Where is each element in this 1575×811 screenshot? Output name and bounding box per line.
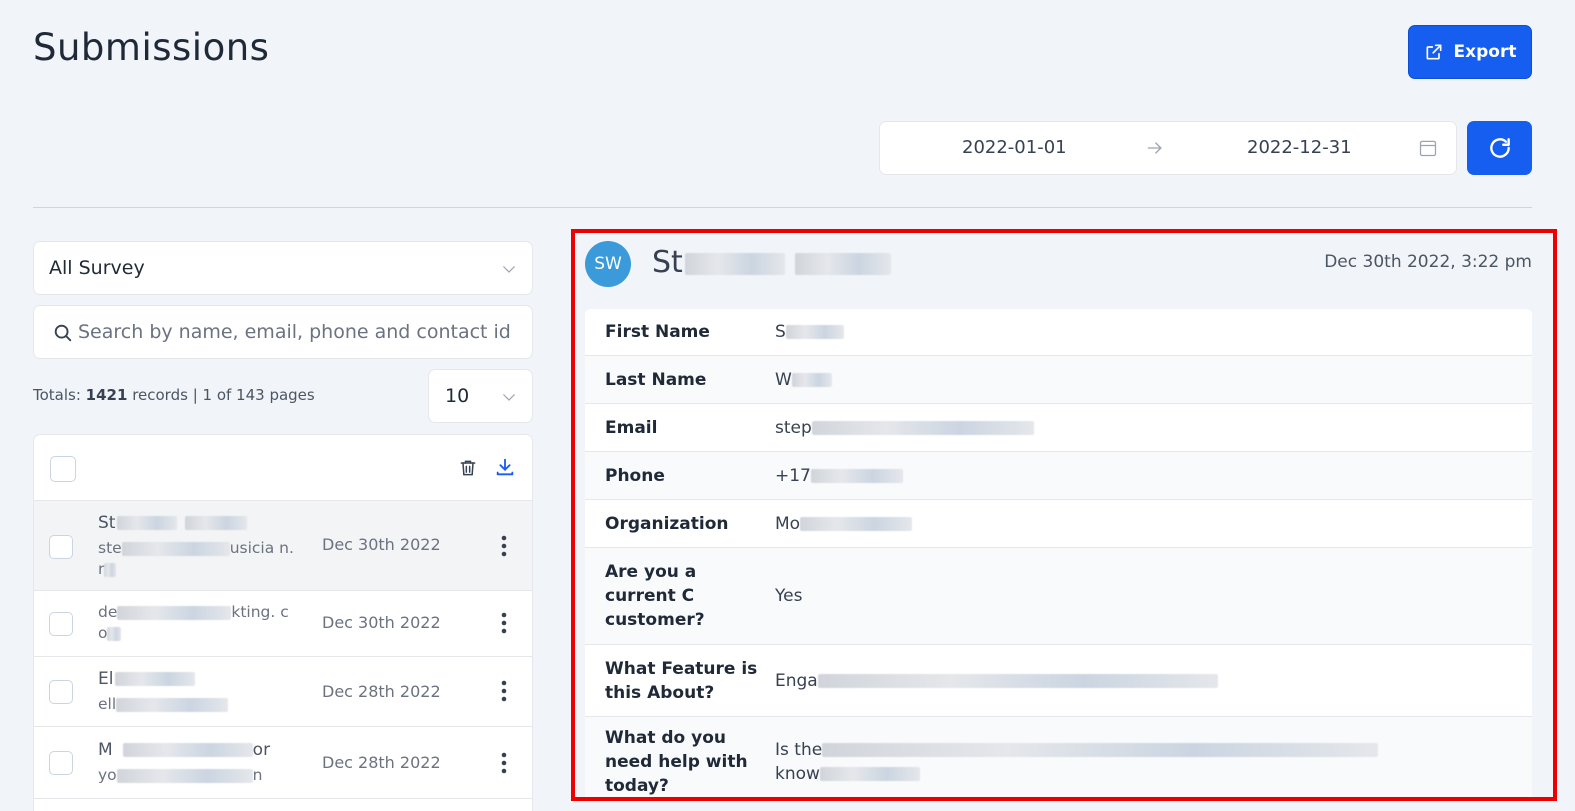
page-title: Submissions — [33, 26, 270, 69]
field-value: step — [775, 404, 1532, 451]
page-size-select[interactable]: 10 — [428, 369, 533, 423]
calendar-icon — [1419, 140, 1437, 157]
download-icon[interactable] — [494, 456, 516, 478]
totals-summary: Totals: 1421 records | 1 of 143 pages — [33, 386, 315, 404]
field-value: Enga — [775, 645, 1532, 716]
avatar: SW — [585, 241, 631, 287]
field-value: Yes — [775, 586, 803, 606]
submission-date: Dec 30th 2022 — [322, 613, 441, 632]
submission-date: Dec 28th 2022 — [322, 682, 441, 701]
submitter-name: Mor — [98, 740, 271, 760]
submitter-name: El — [98, 669, 196, 689]
field-row: Phone +17 — [585, 452, 1532, 500]
search-icon — [54, 324, 72, 342]
start-date[interactable]: 2022-01-01 — [962, 137, 1067, 158]
submissions-list: St ste usicia n.r Dec 30th 2022 de kting. … — [33, 434, 533, 811]
list-item[interactable]: St ste usicia n.r Dec 30th 2022 — [34, 501, 532, 591]
trash-icon[interactable] — [458, 457, 478, 479]
field-row: First Name S — [585, 309, 1532, 356]
page-size-value: 10 — [445, 385, 470, 407]
export-button[interactable]: Export — [1408, 25, 1532, 79]
end-date[interactable]: 2022-12-31 — [1247, 137, 1352, 158]
field-value: Is the know — [775, 717, 1532, 797]
arrow-right-icon — [1147, 142, 1162, 154]
more-vertical-icon[interactable] — [500, 534, 508, 558]
submitter-name: St — [98, 513, 248, 533]
field-label: Phone — [605, 465, 665, 486]
field-value: Mo — [775, 500, 1532, 547]
submission-detail: SW St Dec 30th 2022, 3:22 pm First Name … — [575, 233, 1553, 797]
export-icon — [1426, 44, 1442, 60]
list-header — [34, 435, 532, 501]
field-label: Organization — [605, 513, 729, 534]
row-checkbox[interactable] — [49, 751, 73, 775]
submitter-email: yo n — [98, 766, 263, 784]
field-label: Email — [605, 417, 658, 438]
field-row: Are you a current C customer? Yes — [585, 548, 1532, 645]
submitter-email: ste usicia n.r — [98, 539, 294, 578]
field-label: Are you a current C customer? — [605, 562, 705, 630]
field-row: What Feature is this About? Enga — [585, 645, 1532, 717]
field-row: Last Name W — [585, 356, 1532, 404]
row-checkbox[interactable] — [49, 535, 73, 559]
list-item[interactable]: El ell Dec 28th 2022 — [34, 657, 532, 727]
field-row: What do you need help with today? Is the… — [585, 717, 1532, 797]
more-vertical-icon[interactable] — [500, 679, 508, 703]
submitter-email: de kting. co — [98, 603, 289, 642]
select-all-checkbox[interactable] — [50, 456, 76, 482]
list-item[interactable]: Mor yo n Dec 28th 2022 — [34, 727, 532, 799]
chevron-down-icon — [503, 266, 515, 273]
row-checkbox[interactable] — [49, 612, 73, 636]
more-vertical-icon[interactable] — [500, 611, 508, 635]
detail-fields: First Name S Last Name W Email step Phon… — [585, 309, 1532, 797]
field-label: What Feature is this About? — [605, 658, 758, 703]
export-label: Export — [1453, 42, 1517, 62]
survey-select[interactable]: All Survey — [33, 241, 533, 295]
search-input[interactable] — [78, 316, 518, 348]
more-vertical-icon[interactable] — [500, 751, 508, 775]
field-row: Organization Mo — [585, 500, 1532, 548]
refresh-icon — [1489, 138, 1510, 158]
detail-submitted-at: Dec 30th 2022, 3:22 pm — [1324, 252, 1532, 272]
row-checkbox[interactable] — [49, 680, 73, 704]
total-records: 1421 — [85, 386, 128, 404]
search-box[interactable] — [33, 305, 533, 359]
date-range-picker[interactable]: 2022-01-01 2022-12-31 — [879, 121, 1457, 175]
field-value: W — [775, 356, 1532, 403]
field-value: +17 — [775, 452, 1532, 499]
refresh-button[interactable] — [1467, 121, 1532, 175]
field-label: What do you need help with today? — [605, 727, 748, 796]
header-divider — [33, 207, 1532, 208]
field-label: Last Name — [605, 369, 707, 390]
field-row: Email step — [585, 404, 1532, 452]
survey-select-value: All Survey — [49, 257, 145, 279]
submitter-email: ell — [98, 694, 298, 715]
detail-submitter-name: St — [652, 245, 891, 280]
chevron-down-icon — [503, 394, 515, 401]
field-label: First Name — [605, 322, 710, 342]
field-value: S — [775, 309, 1532, 355]
list-item[interactable]: de kting. co Dec 30th 2022 — [34, 591, 532, 657]
submission-date: Dec 30th 2022 — [322, 535, 441, 554]
submission-date: Dec 28th 2022 — [322, 753, 441, 772]
